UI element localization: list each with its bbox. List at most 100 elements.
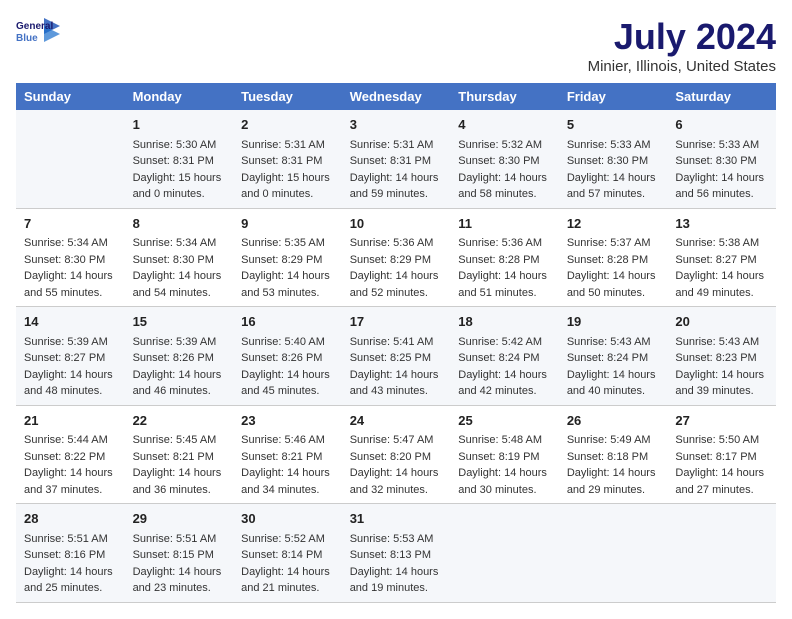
day-info: and 0 minutes. xyxy=(133,186,226,203)
calendar-cell: 10Sunrise: 5:36 AMSunset: 8:29 PMDayligh… xyxy=(342,208,451,307)
day-info: Sunset: 8:20 PM xyxy=(350,449,443,466)
day-info: Sunrise: 5:37 AM xyxy=(567,235,660,252)
day-info: and 53 minutes. xyxy=(241,285,334,302)
day-info: Sunrise: 5:40 AM xyxy=(241,334,334,351)
day-info: and 34 minutes. xyxy=(241,482,334,499)
calendar-cell: 31Sunrise: 5:53 AMSunset: 8:13 PMDayligh… xyxy=(342,504,451,603)
day-info: and 21 minutes. xyxy=(241,580,334,597)
day-info: and 29 minutes. xyxy=(567,482,660,499)
day-info: Daylight: 14 hours xyxy=(675,465,768,482)
day-info: Daylight: 14 hours xyxy=(350,268,443,285)
day-info: and 27 minutes. xyxy=(675,482,768,499)
svg-text:Blue: Blue xyxy=(16,33,38,44)
calendar-cell: 26Sunrise: 5:49 AMSunset: 8:18 PMDayligh… xyxy=(559,405,668,504)
calendar-cell: 4Sunrise: 5:32 AMSunset: 8:30 PMDaylight… xyxy=(450,110,559,208)
calendar-cell: 3Sunrise: 5:31 AMSunset: 8:31 PMDaylight… xyxy=(342,110,451,208)
day-info: Sunset: 8:28 PM xyxy=(458,252,551,269)
calendar-cell: 29Sunrise: 5:51 AMSunset: 8:15 PMDayligh… xyxy=(125,504,234,603)
calendar-cell xyxy=(16,110,125,208)
logo: General Blue xyxy=(16,16,60,48)
day-number: 22 xyxy=(133,411,226,431)
day-number: 2 xyxy=(241,115,334,135)
day-info: Sunrise: 5:41 AM xyxy=(350,334,443,351)
day-info: Sunset: 8:29 PM xyxy=(350,252,443,269)
day-info: and 54 minutes. xyxy=(133,285,226,302)
day-number: 14 xyxy=(24,312,117,332)
day-info: Sunset: 8:15 PM xyxy=(133,547,226,564)
calendar-cell: 19Sunrise: 5:43 AMSunset: 8:24 PMDayligh… xyxy=(559,307,668,406)
day-info: Sunrise: 5:46 AM xyxy=(241,432,334,449)
calendar-cell: 5Sunrise: 5:33 AMSunset: 8:30 PMDaylight… xyxy=(559,110,668,208)
calendar-cell: 15Sunrise: 5:39 AMSunset: 8:26 PMDayligh… xyxy=(125,307,234,406)
week-row-4: 21Sunrise: 5:44 AMSunset: 8:22 PMDayligh… xyxy=(16,405,776,504)
day-info: Sunrise: 5:31 AM xyxy=(241,137,334,154)
calendar-cell: 6Sunrise: 5:33 AMSunset: 8:30 PMDaylight… xyxy=(667,110,776,208)
day-number: 20 xyxy=(675,312,768,332)
day-info: Sunrise: 5:34 AM xyxy=(133,235,226,252)
day-number: 28 xyxy=(24,509,117,529)
day-info: Daylight: 14 hours xyxy=(458,465,551,482)
day-number: 25 xyxy=(458,411,551,431)
day-info: and 0 minutes. xyxy=(241,186,334,203)
day-info: Daylight: 14 hours xyxy=(241,367,334,384)
day-info: Sunrise: 5:49 AM xyxy=(567,432,660,449)
day-info: Sunrise: 5:36 AM xyxy=(458,235,551,252)
day-info: and 58 minutes. xyxy=(458,186,551,203)
column-header-saturday: Saturday xyxy=(667,83,776,110)
day-info: Sunset: 8:30 PM xyxy=(458,153,551,170)
day-info: Daylight: 14 hours xyxy=(241,268,334,285)
day-info: Sunset: 8:30 PM xyxy=(567,153,660,170)
column-header-tuesday: Tuesday xyxy=(233,83,342,110)
day-info: and 25 minutes. xyxy=(24,580,117,597)
svg-text:General: General xyxy=(16,21,53,32)
day-info: Daylight: 14 hours xyxy=(350,170,443,187)
day-info: Daylight: 14 hours xyxy=(458,367,551,384)
day-number: 19 xyxy=(567,312,660,332)
day-info: Sunset: 8:28 PM xyxy=(567,252,660,269)
column-header-friday: Friday xyxy=(559,83,668,110)
day-number: 17 xyxy=(350,312,443,332)
day-info: Sunrise: 5:32 AM xyxy=(458,137,551,154)
calendar-cell: 12Sunrise: 5:37 AMSunset: 8:28 PMDayligh… xyxy=(559,208,668,307)
day-number: 16 xyxy=(241,312,334,332)
day-info: Sunrise: 5:51 AM xyxy=(133,531,226,548)
week-row-5: 28Sunrise: 5:51 AMSunset: 8:16 PMDayligh… xyxy=(16,504,776,603)
day-info: and 52 minutes. xyxy=(350,285,443,302)
day-info: and 36 minutes. xyxy=(133,482,226,499)
day-info: Daylight: 14 hours xyxy=(350,564,443,581)
day-info: and 19 minutes. xyxy=(350,580,443,597)
day-info: Sunset: 8:18 PM xyxy=(567,449,660,466)
column-header-thursday: Thursday xyxy=(450,83,559,110)
week-row-2: 7Sunrise: 5:34 AMSunset: 8:30 PMDaylight… xyxy=(16,208,776,307)
day-info: Daylight: 14 hours xyxy=(24,367,117,384)
day-info: Sunset: 8:31 PM xyxy=(241,153,334,170)
calendar-cell: 18Sunrise: 5:42 AMSunset: 8:24 PMDayligh… xyxy=(450,307,559,406)
day-info: Sunrise: 5:36 AM xyxy=(350,235,443,252)
day-info: Sunrise: 5:43 AM xyxy=(567,334,660,351)
day-info: Sunrise: 5:39 AM xyxy=(133,334,226,351)
calendar-cell: 23Sunrise: 5:46 AMSunset: 8:21 PMDayligh… xyxy=(233,405,342,504)
column-header-monday: Monday xyxy=(125,83,234,110)
day-info: Sunrise: 5:47 AM xyxy=(350,432,443,449)
day-info: and 37 minutes. xyxy=(24,482,117,499)
calendar-cell: 30Sunrise: 5:52 AMSunset: 8:14 PMDayligh… xyxy=(233,504,342,603)
day-info: Sunrise: 5:52 AM xyxy=(241,531,334,548)
week-row-3: 14Sunrise: 5:39 AMSunset: 8:27 PMDayligh… xyxy=(16,307,776,406)
day-info: and 43 minutes. xyxy=(350,383,443,400)
calendar-cell: 22Sunrise: 5:45 AMSunset: 8:21 PMDayligh… xyxy=(125,405,234,504)
day-info: and 59 minutes. xyxy=(350,186,443,203)
week-row-1: 1Sunrise: 5:30 AMSunset: 8:31 PMDaylight… xyxy=(16,110,776,208)
day-info: Sunrise: 5:38 AM xyxy=(675,235,768,252)
day-info: Sunrise: 5:33 AM xyxy=(675,137,768,154)
column-header-sunday: Sunday xyxy=(16,83,125,110)
main-title: July 2024 xyxy=(588,16,776,58)
day-info: Daylight: 14 hours xyxy=(24,564,117,581)
calendar-cell: 28Sunrise: 5:51 AMSunset: 8:16 PMDayligh… xyxy=(16,504,125,603)
day-info: and 45 minutes. xyxy=(241,383,334,400)
day-info: and 56 minutes. xyxy=(675,186,768,203)
day-number: 29 xyxy=(133,509,226,529)
day-number: 30 xyxy=(241,509,334,529)
day-info: Sunrise: 5:51 AM xyxy=(24,531,117,548)
day-number: 9 xyxy=(241,214,334,234)
day-info: Sunset: 8:26 PM xyxy=(133,350,226,367)
